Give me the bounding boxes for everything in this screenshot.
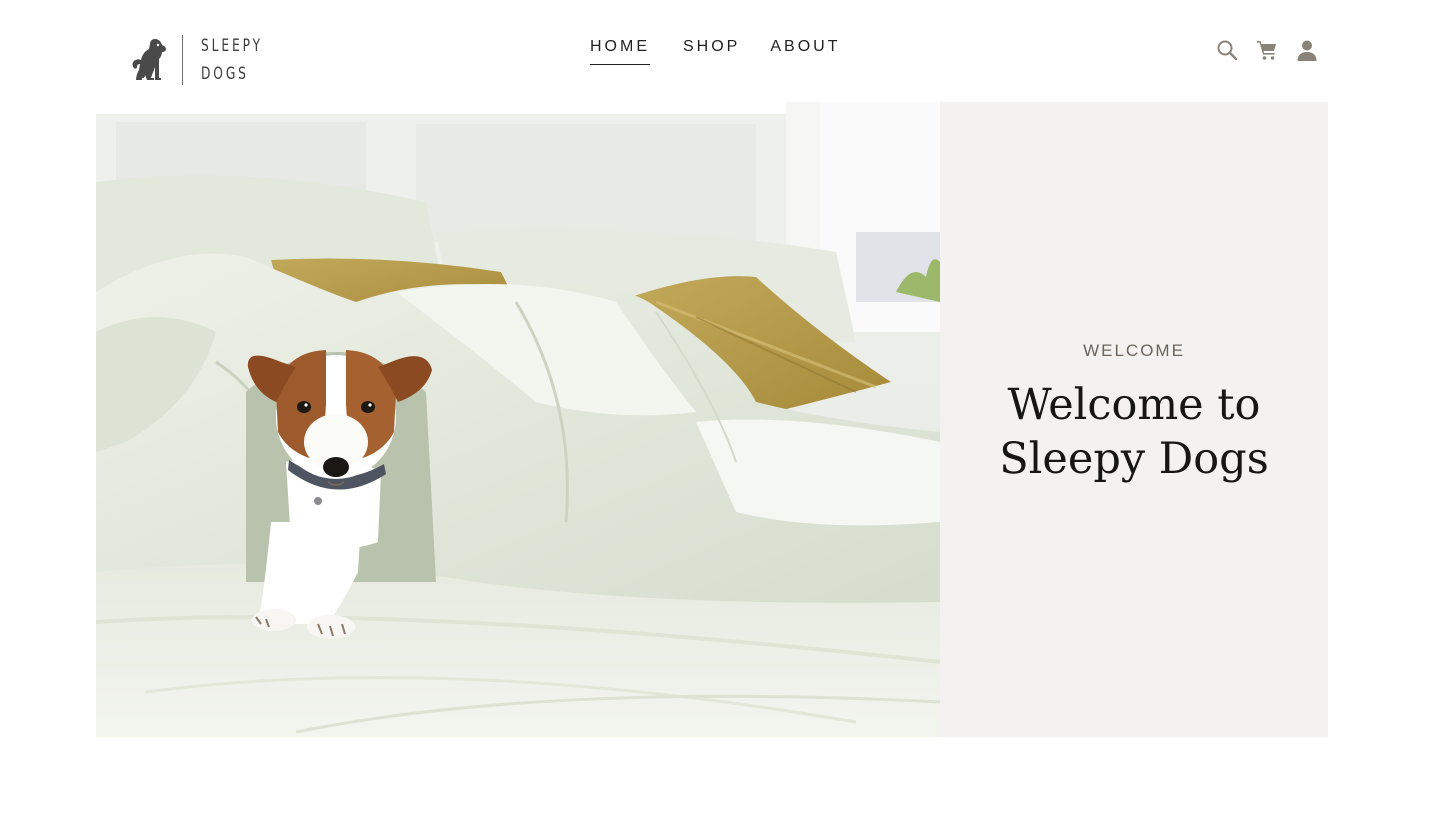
hero-title-line2: Sleepy Dogs: [999, 434, 1269, 484]
main-nav: HOME SHOP ABOUT: [590, 38, 870, 65]
search-icon[interactable]: [1215, 38, 1239, 62]
hero-section: WELCOME Welcome to Sleepy Dogs: [96, 102, 1328, 737]
page: SLEEPY DOGS HOME SHOP ABOUT WELCOME Welc…: [0, 0, 1446, 823]
hero-title: Welcome to Sleepy Dogs: [940, 378, 1328, 486]
brand-name-line2: DOGS: [201, 64, 249, 84]
cart-icon[interactable]: [1255, 38, 1279, 62]
brand-logo-link[interactable]: SLEEPY DOGS: [128, 32, 287, 88]
brand-name-line1: SLEEPY: [201, 36, 263, 56]
user-icon[interactable]: [1295, 38, 1319, 62]
nav-shop[interactable]: SHOP: [683, 38, 740, 65]
nav-home[interactable]: HOME: [590, 38, 650, 65]
site-header: SLEEPY DOGS HOME SHOP ABOUT: [0, 0, 1446, 102]
hero-image: [96, 102, 940, 737]
header-icons: [1215, 38, 1319, 62]
hero-text-panel: WELCOME Welcome to Sleepy Dogs: [940, 102, 1328, 737]
brand-name: SLEEPY DOGS: [201, 32, 263, 88]
nav-about[interactable]: ABOUT: [770, 38, 840, 65]
hero-eyebrow: WELCOME: [1083, 341, 1185, 360]
logo-divider: [182, 35, 183, 85]
hero-title-line1: Welcome to: [1007, 380, 1261, 430]
sitting-dog-icon: [132, 39, 166, 80]
dog-on-bed-illustration: [96, 102, 940, 737]
